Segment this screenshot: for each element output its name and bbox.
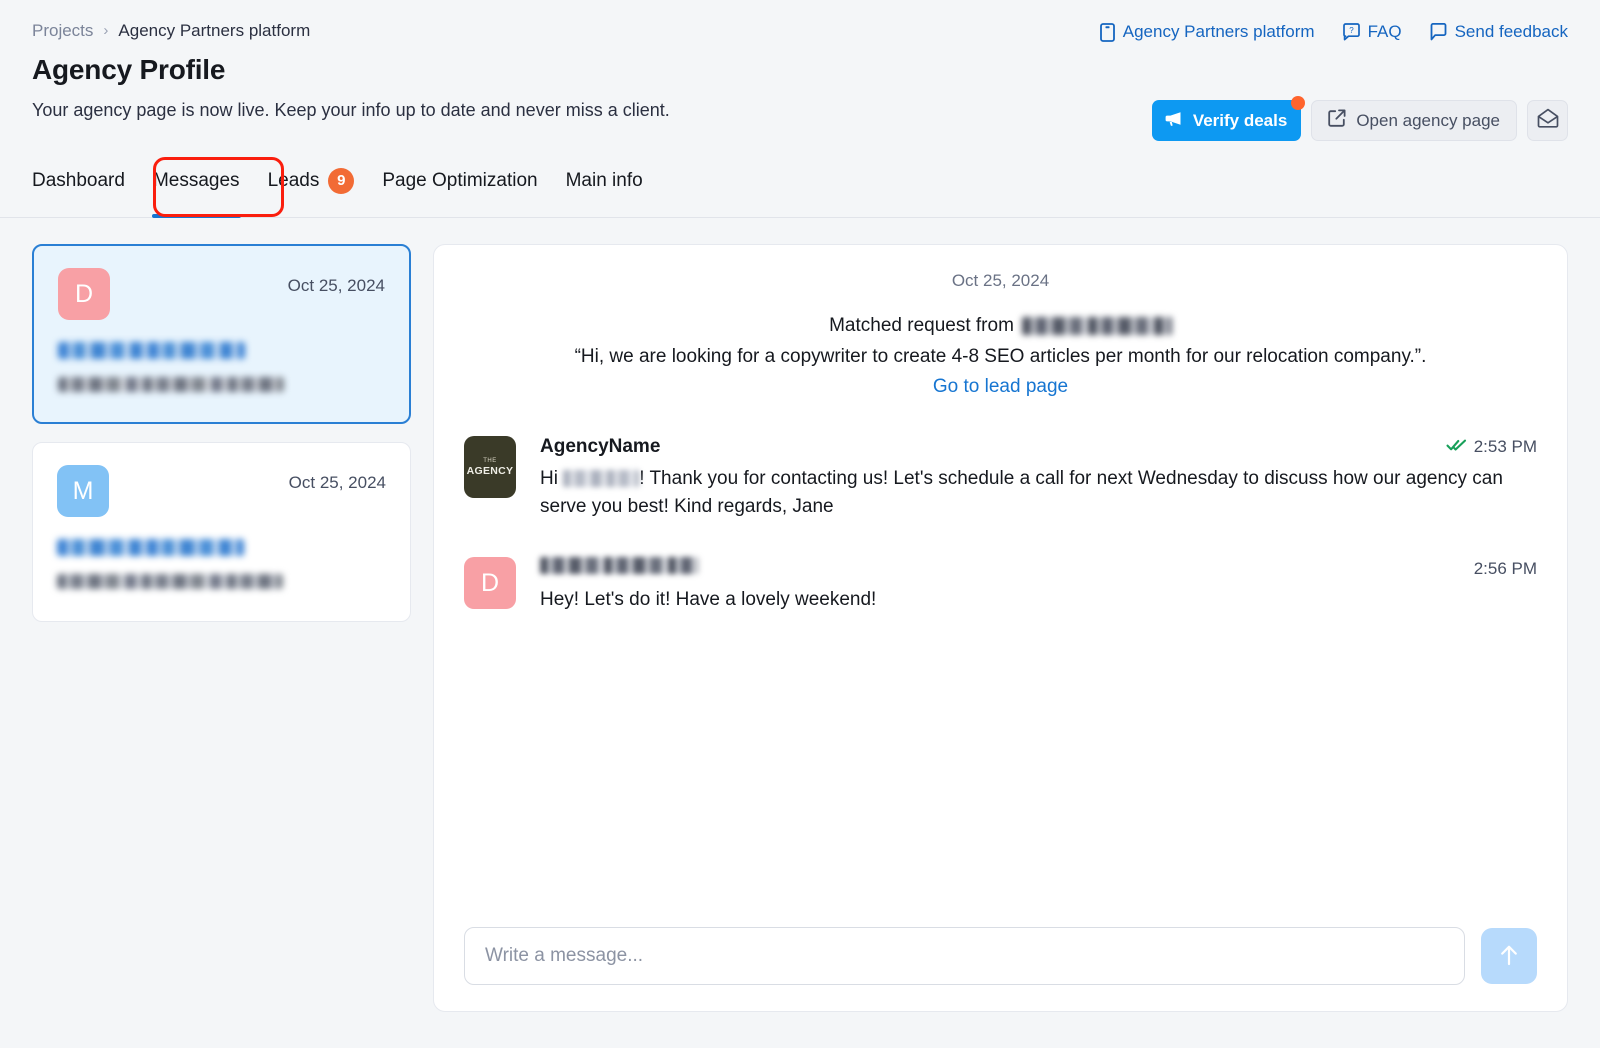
tab-label: Page Optimization: [382, 160, 537, 202]
leads-count-badge: 9: [328, 168, 354, 194]
notification-dot: [1291, 96, 1305, 110]
link-send-feedback[interactable]: Send feedback: [1430, 22, 1568, 42]
conversation-item-2[interactable]: M Oct 25, 2024: [32, 442, 411, 622]
open-envelope-icon: [1537, 108, 1559, 133]
external-link-icon: [1328, 109, 1346, 132]
tab-messages[interactable]: Messages: [139, 160, 254, 218]
book-icon: [1100, 23, 1115, 42]
tab-label: Messages: [153, 160, 240, 202]
message-body: 2:56 PM Hey! Let's do it! Have a lovely …: [540, 557, 1537, 614]
conversation-list: D Oct 25, 2024 M Oct 25, 2024: [32, 244, 411, 1012]
open-agency-page-label: Open agency page: [1356, 111, 1500, 131]
messages-content: D Oct 25, 2024 M Oct 25, 2024: [0, 218, 1600, 1048]
open-agency-page-button[interactable]: Open agency page: [1311, 100, 1517, 141]
link-label: FAQ: [1368, 22, 1402, 42]
conversation-email-redacted: [58, 377, 284, 392]
avatar: D: [58, 268, 110, 320]
link-faq[interactable]: ? FAQ: [1343, 22, 1402, 42]
breadcrumb-projects[interactable]: Projects: [32, 20, 93, 42]
message-text: Hi ! Thank you for contacting us! Let's …: [540, 465, 1537, 521]
thread-header: Oct 25, 2024 Matched request from “Hi, w…: [464, 271, 1537, 398]
link-label: Send feedback: [1455, 22, 1568, 42]
agency-logo-main-text: AGENCY: [467, 465, 514, 477]
breadcrumb-separator-icon: ›: [103, 20, 108, 42]
page-title: Agency Profile: [32, 54, 1568, 86]
avatar-letter: D: [75, 280, 93, 309]
link-label: Agency Partners platform: [1123, 22, 1315, 42]
message-header: AgencyName 2:53 PM: [540, 436, 1537, 458]
message-meta: 2:53 PM: [1446, 437, 1537, 457]
agency-logo-avatar: THE AGENCY: [464, 436, 516, 498]
question-bubble-icon: ?: [1343, 23, 1360, 41]
avatar: M: [57, 465, 109, 517]
go-to-lead-page-link[interactable]: Go to lead page: [933, 376, 1068, 398]
megaphone-icon: [1164, 110, 1183, 132]
tab-page-optimization[interactable]: Page Optimization: [368, 160, 551, 218]
read-receipt-icon: [1446, 437, 1467, 457]
tab-label: Main info: [566, 160, 643, 202]
message-header: 2:56 PM: [540, 557, 1537, 579]
header-links: Agency Partners platform ? FAQ Send: [1100, 22, 1568, 42]
open-envelope-button[interactable]: [1527, 100, 1568, 141]
conversation-item-1[interactable]: D Oct 25, 2024: [32, 244, 411, 424]
agency-logo-top-text: THE: [483, 457, 497, 465]
message-thread-panel: Oct 25, 2024 Matched request from “Hi, w…: [433, 244, 1568, 1012]
avatar-letter: D: [481, 569, 499, 598]
message-sender: AgencyName: [540, 436, 660, 458]
tab-main-info[interactable]: Main info: [552, 160, 657, 218]
conversation-name-redacted: [57, 539, 244, 556]
tab-bar: Dashboard Messages Leads 9 Page Optimiza…: [0, 160, 1600, 218]
thread-date: Oct 25, 2024: [464, 271, 1537, 291]
avatar: D: [464, 557, 516, 609]
conversation-header: D Oct 25, 2024: [58, 268, 385, 320]
tab-dashboard[interactable]: Dashboard: [32, 160, 139, 218]
message-time: 2:53 PM: [1474, 437, 1537, 457]
message-text-after: ! Thank you for contacting us! Let's sch…: [540, 468, 1503, 517]
message-list: THE AGENCY AgencyName: [464, 436, 1537, 927]
header-actions: Verify deals Open agency page: [1152, 100, 1568, 141]
page-header: Projects › Agency Partners platform Agen…: [0, 0, 1600, 218]
message-text-before: Hi: [540, 468, 563, 489]
matched-request-sender-redacted: [1022, 317, 1172, 335]
message-sender-redacted: [540, 557, 698, 574]
conversation-header: M Oct 25, 2024: [57, 465, 386, 517]
matched-request-quote: “Hi, we are looking for a copywriter to …: [464, 344, 1537, 370]
tab-label: Dashboard: [32, 160, 125, 202]
breadcrumb-current[interactable]: Agency Partners platform: [118, 20, 310, 42]
message-time: 2:56 PM: [1474, 559, 1537, 579]
message-recipient-redacted: [563, 470, 639, 487]
matched-request-prefix: Matched request from: [829, 315, 1014, 337]
message-composer: [464, 927, 1537, 985]
message-item: D 2:56 PM Hey! Let's do it! Have a lovel…: [464, 557, 1537, 614]
verify-deals-button[interactable]: Verify deals: [1152, 100, 1302, 141]
conversation-name-redacted: [58, 342, 245, 359]
conversation-email-redacted: [57, 574, 283, 589]
message-body: AgencyName 2:53 PM: [540, 436, 1537, 521]
tab-leads[interactable]: Leads 9: [254, 160, 369, 218]
message-input[interactable]: [464, 927, 1465, 985]
matched-request-row: Matched request from: [464, 315, 1537, 337]
agency-profile-page: Projects › Agency Partners platform Agen…: [0, 0, 1600, 1048]
conversation-date: Oct 25, 2024: [289, 465, 386, 493]
message-text: Hey! Let's do it! Have a lovely weekend!: [540, 586, 1537, 614]
svg-text:?: ?: [1349, 26, 1354, 35]
message-meta: 2:56 PM: [1474, 559, 1537, 579]
avatar-letter: M: [73, 477, 94, 506]
conversation-date: Oct 25, 2024: [288, 268, 385, 296]
link-agency-partners-platform[interactable]: Agency Partners platform: [1100, 22, 1315, 42]
send-message-button[interactable]: [1481, 928, 1537, 984]
message-item: THE AGENCY AgencyName: [464, 436, 1537, 521]
verify-deals-label: Verify deals: [1193, 111, 1288, 131]
arrow-up-icon: [1498, 943, 1520, 970]
feedback-bubble-icon: [1430, 23, 1447, 41]
tab-label: Leads: [268, 160, 320, 202]
